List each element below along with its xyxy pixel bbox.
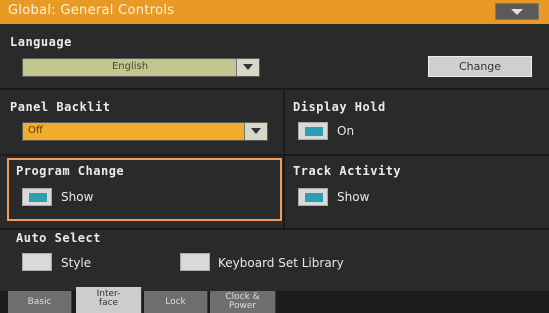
language-dropdown[interactable]: English bbox=[22, 58, 260, 77]
auto-select-keyboard-set-checkbox[interactable] bbox=[180, 253, 210, 271]
auto-select-style-label: Style bbox=[61, 256, 92, 270]
display-hold-checkbox-label: On bbox=[337, 124, 355, 138]
title-bar: Global: General Controls bbox=[0, 0, 549, 24]
display-hold-label: Display Hold bbox=[293, 100, 386, 114]
check-indicator bbox=[305, 193, 323, 202]
auto-select-style-checkbox[interactable] bbox=[22, 253, 52, 271]
language-dropdown-button[interactable] bbox=[236, 59, 259, 76]
check-indicator bbox=[305, 127, 323, 136]
display-hold-section: Display Hold On bbox=[285, 90, 549, 154]
chevron-down-icon bbox=[243, 64, 253, 70]
focus-highlight bbox=[7, 158, 282, 221]
tab-basic[interactable]: Basic bbox=[8, 291, 72, 313]
auto-select-section: Auto Select Style Keyboard Set Library bbox=[0, 230, 549, 291]
tab-clock-power[interactable]: Clock & Power bbox=[210, 291, 276, 313]
panel-backlit-dropdown[interactable]: Off bbox=[22, 122, 268, 141]
panel-backlit-dropdown-button[interactable] bbox=[244, 123, 267, 140]
tab-label: Lock bbox=[165, 297, 186, 307]
page-title: Global: General Controls bbox=[8, 3, 175, 18]
language-label: Language bbox=[10, 35, 72, 49]
track-activity-checkbox-label: Show bbox=[337, 190, 370, 204]
global-general-controls-screen: Global: General Controls Language Englis… bbox=[0, 0, 549, 313]
panel-backlit-value: Off bbox=[28, 125, 43, 136]
panel-backlit-section: Panel Backlit Off bbox=[0, 90, 283, 154]
language-section: Language English Change bbox=[0, 24, 549, 88]
display-hold-checkbox[interactable] bbox=[298, 122, 328, 140]
chevron-down-icon bbox=[251, 128, 261, 134]
auto-select-keyboard-set-label: Keyboard Set Library bbox=[218, 256, 344, 270]
change-language-button[interactable]: Change bbox=[428, 56, 532, 77]
tab-label: Basic bbox=[27, 297, 52, 307]
tab-lock[interactable]: Lock bbox=[144, 291, 208, 313]
track-activity-label: Track Activity bbox=[293, 164, 402, 178]
chevron-down-icon bbox=[511, 9, 523, 15]
page-menu-button[interactable] bbox=[495, 3, 539, 20]
track-activity-section: Track Activity Show bbox=[285, 156, 549, 228]
tab-label: Power bbox=[228, 301, 257, 311]
tab-bar: Basic Inter- face Lock Clock & Power bbox=[0, 287, 549, 313]
tab-label: face bbox=[98, 298, 119, 308]
track-activity-checkbox[interactable] bbox=[298, 188, 328, 206]
auto-select-label: Auto Select bbox=[16, 231, 101, 245]
language-value: English bbox=[111, 61, 149, 72]
panel-backlit-label: Panel Backlit bbox=[10, 100, 111, 114]
tab-interface[interactable]: Inter- face bbox=[76, 287, 142, 313]
